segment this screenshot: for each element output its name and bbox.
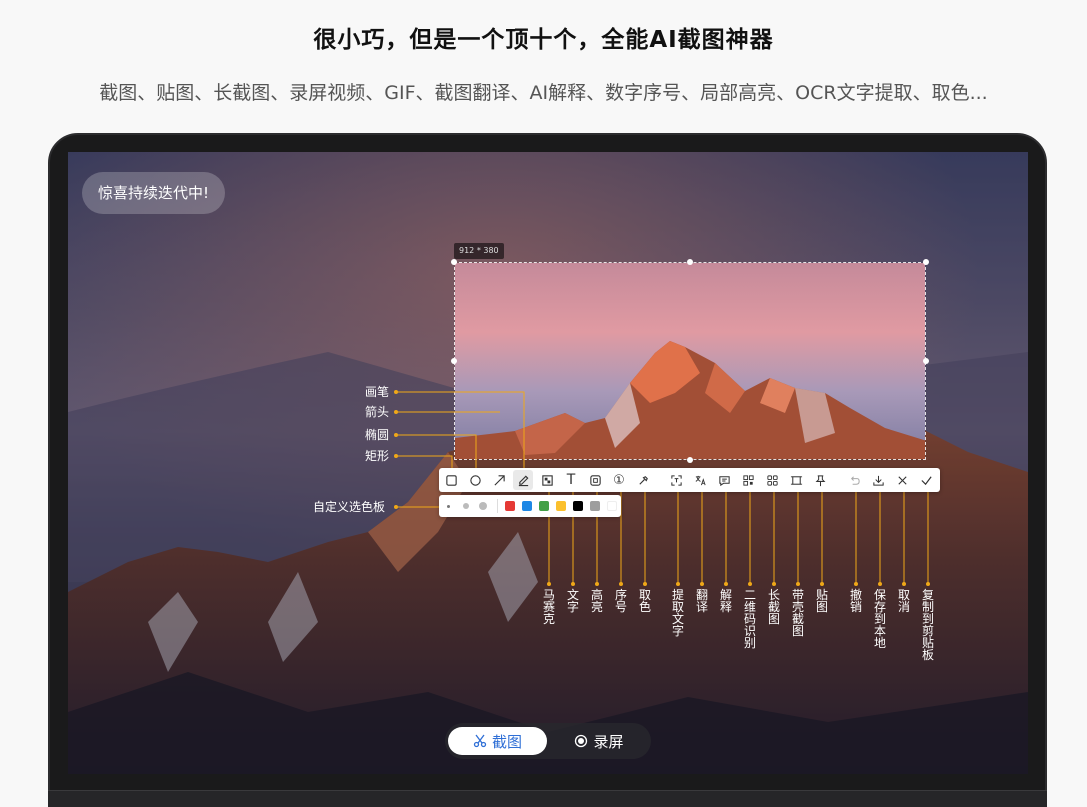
resize-handle-right[interactable] (923, 358, 929, 364)
resize-handle-top-left[interactable] (451, 259, 457, 265)
label-copy: 复制到剪贴板 (921, 588, 934, 662)
copy-tool-icon[interactable] (916, 470, 936, 490)
translate-tool-icon[interactable] (690, 470, 710, 490)
ai-explain-tool-icon[interactable] (714, 470, 734, 490)
frame-screenshot-tool-icon[interactable] (786, 470, 806, 490)
selection-size-label: 912 * 380 (454, 243, 504, 259)
color-palette (439, 495, 621, 517)
arrow-tool-icon[interactable] (489, 470, 509, 490)
screenshot-mode-label: 截图 (491, 732, 522, 751)
feature-list: 截图、贴图、长截图、录屏视频、GIF、截图翻译、AI解释、数字序号、局部高亮、O… (99, 82, 988, 104)
rectangle-tool-icon[interactable] (441, 470, 461, 490)
color-swatch-black[interactable] (573, 501, 583, 511)
label-translate: 翻译 (695, 588, 708, 614)
stroke-size-small[interactable] (447, 505, 450, 508)
screenshot-mode-button[interactable]: 截图 (448, 727, 547, 755)
label-long-shot: 长截图 (767, 588, 780, 626)
color-swatch-yellow[interactable] (556, 501, 566, 511)
callout-pen: 画笔 (365, 385, 390, 399)
label-cancel: 取消 (897, 588, 910, 614)
label-text: 文字 (566, 588, 579, 614)
resize-handle-left[interactable] (451, 358, 457, 364)
label-pick-color: 取色 (638, 588, 651, 614)
label-pin: 贴图 (815, 588, 828, 614)
color-swatch-red[interactable] (505, 501, 515, 511)
color-swatch-green[interactable] (539, 501, 549, 511)
highlight-tool-icon[interactable] (585, 470, 605, 490)
color-swatch-gray[interactable] (590, 501, 600, 511)
update-badge: 惊喜持续迭代中! (82, 172, 226, 214)
callout-rect: 矩形 (365, 449, 390, 463)
resize-handle-top[interactable] (687, 259, 693, 265)
cancel-tool-icon[interactable] (892, 470, 912, 490)
ellipse-tool-icon[interactable] (465, 470, 485, 490)
label-save: 保存到本地 (873, 588, 886, 650)
selected-mountain-image (455, 263, 925, 459)
label-mosaic: 马赛克 (542, 588, 555, 626)
scissors-icon (473, 734, 487, 748)
selection-area[interactable] (454, 262, 926, 460)
ocr-tool-icon[interactable] (666, 470, 686, 490)
label-qr: 二维码识别 (743, 588, 756, 650)
text-tool-icon[interactable]: T (561, 470, 581, 490)
record-mode-label: 录屏 (593, 732, 624, 751)
long-screenshot-tool-icon[interactable] (762, 470, 782, 490)
callout-ellipse: 椭圆 (365, 428, 390, 442)
pen-tool-icon[interactable] (513, 470, 533, 490)
record-mode-button[interactable]: 录屏 (551, 727, 647, 755)
dim-overlay (68, 152, 1028, 774)
stroke-size-medium[interactable] (463, 503, 469, 509)
color-swatch-blue[interactable] (522, 501, 532, 511)
label-frame-shot: 带壳截图 (791, 588, 804, 638)
pin-tool-icon[interactable] (810, 470, 830, 490)
laptop-screen: 惊喜持续迭代中! 912 * 380 画笔 箭头 椭圆 矩形 自定义选色板 T … (68, 152, 1028, 774)
label-ocr: 提取文字 (671, 588, 684, 638)
stroke-size-large[interactable] (479, 502, 487, 510)
resize-handle-top-right[interactable] (923, 259, 929, 265)
qr-code-tool-icon[interactable] (738, 470, 758, 490)
callout-arrow: 箭头 (365, 405, 390, 419)
save-tool-icon[interactable] (868, 470, 888, 490)
resize-handle-bottom[interactable] (687, 457, 693, 463)
color-picker-tool-icon[interactable] (633, 470, 653, 490)
undo-tool-icon[interactable] (844, 470, 864, 490)
annotation-toolbar: T ① (439, 468, 940, 492)
number-tool-icon[interactable]: ① (609, 470, 629, 490)
callout-palette: 自定义选色板 (313, 500, 386, 514)
label-number: 序号 (614, 588, 627, 614)
laptop-base (48, 790, 1047, 807)
label-explain: 解释 (719, 588, 732, 614)
palette-divider (497, 499, 498, 513)
page-headline: 很小巧，但是一个顶十个，全能AI截图神器 (313, 27, 774, 53)
mosaic-tool-icon[interactable] (537, 470, 557, 490)
label-undo: 撤销 (849, 588, 862, 614)
label-highlight: 高亮 (590, 588, 603, 614)
record-icon (575, 734, 588, 748)
color-swatch-white[interactable] (607, 501, 617, 511)
mode-switch: 截图 录屏 (445, 723, 651, 759)
